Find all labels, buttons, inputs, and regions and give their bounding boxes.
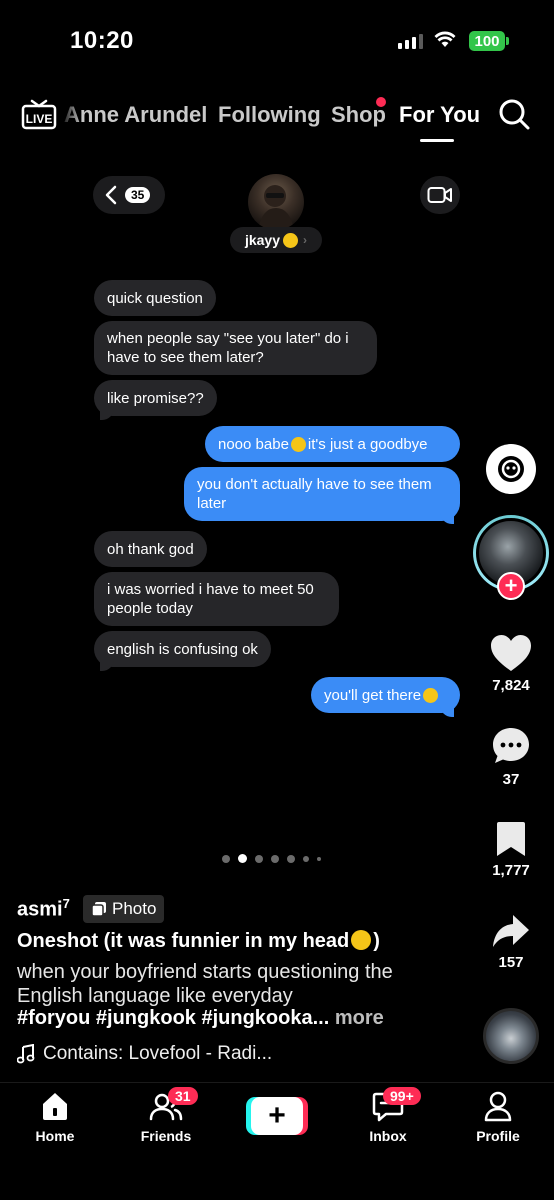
profile-icon (484, 1091, 512, 1122)
live-icon[interactable]: LIVE (21, 98, 57, 135)
bubble-tail (440, 705, 454, 717)
battery-indicator: 100 (469, 31, 505, 51)
contact-name-pill: jkayy › (230, 227, 322, 253)
battery-tip (506, 37, 509, 45)
dizzy-face-emoji-icon (283, 232, 299, 248)
friends-badge: 31 (168, 1087, 198, 1105)
nav-home[interactable]: Home (10, 1090, 100, 1144)
carousel-dot (271, 854, 279, 863)
music-attribution[interactable]: Contains: Lovefool - Radi... (17, 1043, 272, 1065)
tab-following[interactable]: Following (218, 102, 321, 128)
share-arrow-icon (493, 915, 529, 947)
status-time: 10:20 (70, 27, 134, 54)
bubble-tail (440, 512, 454, 524)
like-count: 7,824 (492, 677, 530, 694)
chevron-right-icon: › (303, 233, 308, 247)
contact-avatar (248, 174, 304, 230)
bubble-tail (100, 408, 114, 420)
author-username[interactable]: asmi7 (17, 896, 70, 922)
post-title: Oneshot (it was funnier in my head) (17, 930, 380, 952)
plus-icon: + (251, 1097, 303, 1135)
message-bubble-received: quick question (94, 280, 216, 316)
signal-icon (398, 34, 423, 49)
message-bubble-received: english is confusing ok (94, 631, 271, 667)
like-button[interactable]: 7,824 (485, 633, 537, 694)
carousel-dots (222, 854, 321, 863)
chevron-left-icon (105, 185, 117, 205)
carousel-dot-active (238, 854, 247, 863)
music-note-icon (17, 1044, 35, 1064)
inbox-badge: 99+ (383, 1087, 421, 1105)
follow-plus-button[interactable]: + (497, 572, 525, 600)
create-button[interactable]: + (246, 1097, 308, 1135)
save-button[interactable]: 1,777 (485, 820, 537, 879)
live-label: LIVE (26, 112, 53, 126)
contact-name: jkayy (244, 232, 281, 248)
home-icon (43, 1093, 67, 1120)
active-tab-indicator (420, 139, 454, 142)
post-hashtags[interactable]: #foryou #jungkook #jungkooka... more (17, 1007, 384, 1030)
comment-icon (493, 728, 529, 763)
crying-laughing-emoji-icon (290, 436, 306, 452)
tab-for-you[interactable]: For You (399, 102, 480, 128)
more-link[interactable]: more (335, 1007, 384, 1029)
tab-fade-mask (60, 96, 82, 132)
carousel-dot (317, 856, 321, 861)
message-bubble-received: oh thank god (94, 531, 207, 567)
bubble-tail (100, 659, 114, 671)
carousel-dot (303, 855, 309, 862)
message-bubble-sent: nooo babe it's just a goodbye (205, 426, 460, 462)
post-type-badge: Photo (83, 895, 165, 923)
share-count: 157 (498, 954, 524, 971)
comment-count: 37 (502, 771, 520, 788)
post-description: when your boyfriend starts questioning t… (17, 961, 393, 1007)
carousel-dot (287, 854, 295, 863)
smirk-emoji-icon (423, 687, 439, 703)
video-call-icon (420, 176, 460, 214)
photo-icon (91, 902, 106, 917)
bookmark-icon (497, 822, 525, 856)
message-bubble-sent: you'll get there (311, 677, 460, 713)
message-bubble-sent: you don't actually have to see them late… (184, 467, 460, 521)
message-bubble-received: when people say "see you later" do i hav… (94, 321, 377, 375)
tab-anne-arundel[interactable]: Anne Arundel (64, 102, 207, 128)
carousel-dot (255, 854, 263, 863)
carousel-dot (222, 854, 230, 863)
wifi-icon (434, 31, 456, 47)
nav-profile[interactable]: Profile (453, 1090, 543, 1144)
music-disc[interactable] (483, 1008, 539, 1064)
search-icon[interactable] (497, 97, 531, 131)
chat-back-button: 35 (93, 176, 165, 214)
loudly-crying-emoji-icon (351, 930, 372, 950)
comment-button[interactable]: 37 (485, 725, 537, 788)
message-bubble-received: i was worried i have to meet 50 people t… (94, 572, 339, 626)
ai-assistant-button[interactable] (486, 444, 536, 494)
shop-notification-dot (376, 97, 386, 107)
ai-face-icon (498, 456, 524, 482)
unread-count: 35 (125, 187, 151, 203)
heart-icon (491, 635, 531, 671)
share-button[interactable]: 157 (485, 912, 537, 971)
save-count: 1,777 (492, 862, 530, 879)
